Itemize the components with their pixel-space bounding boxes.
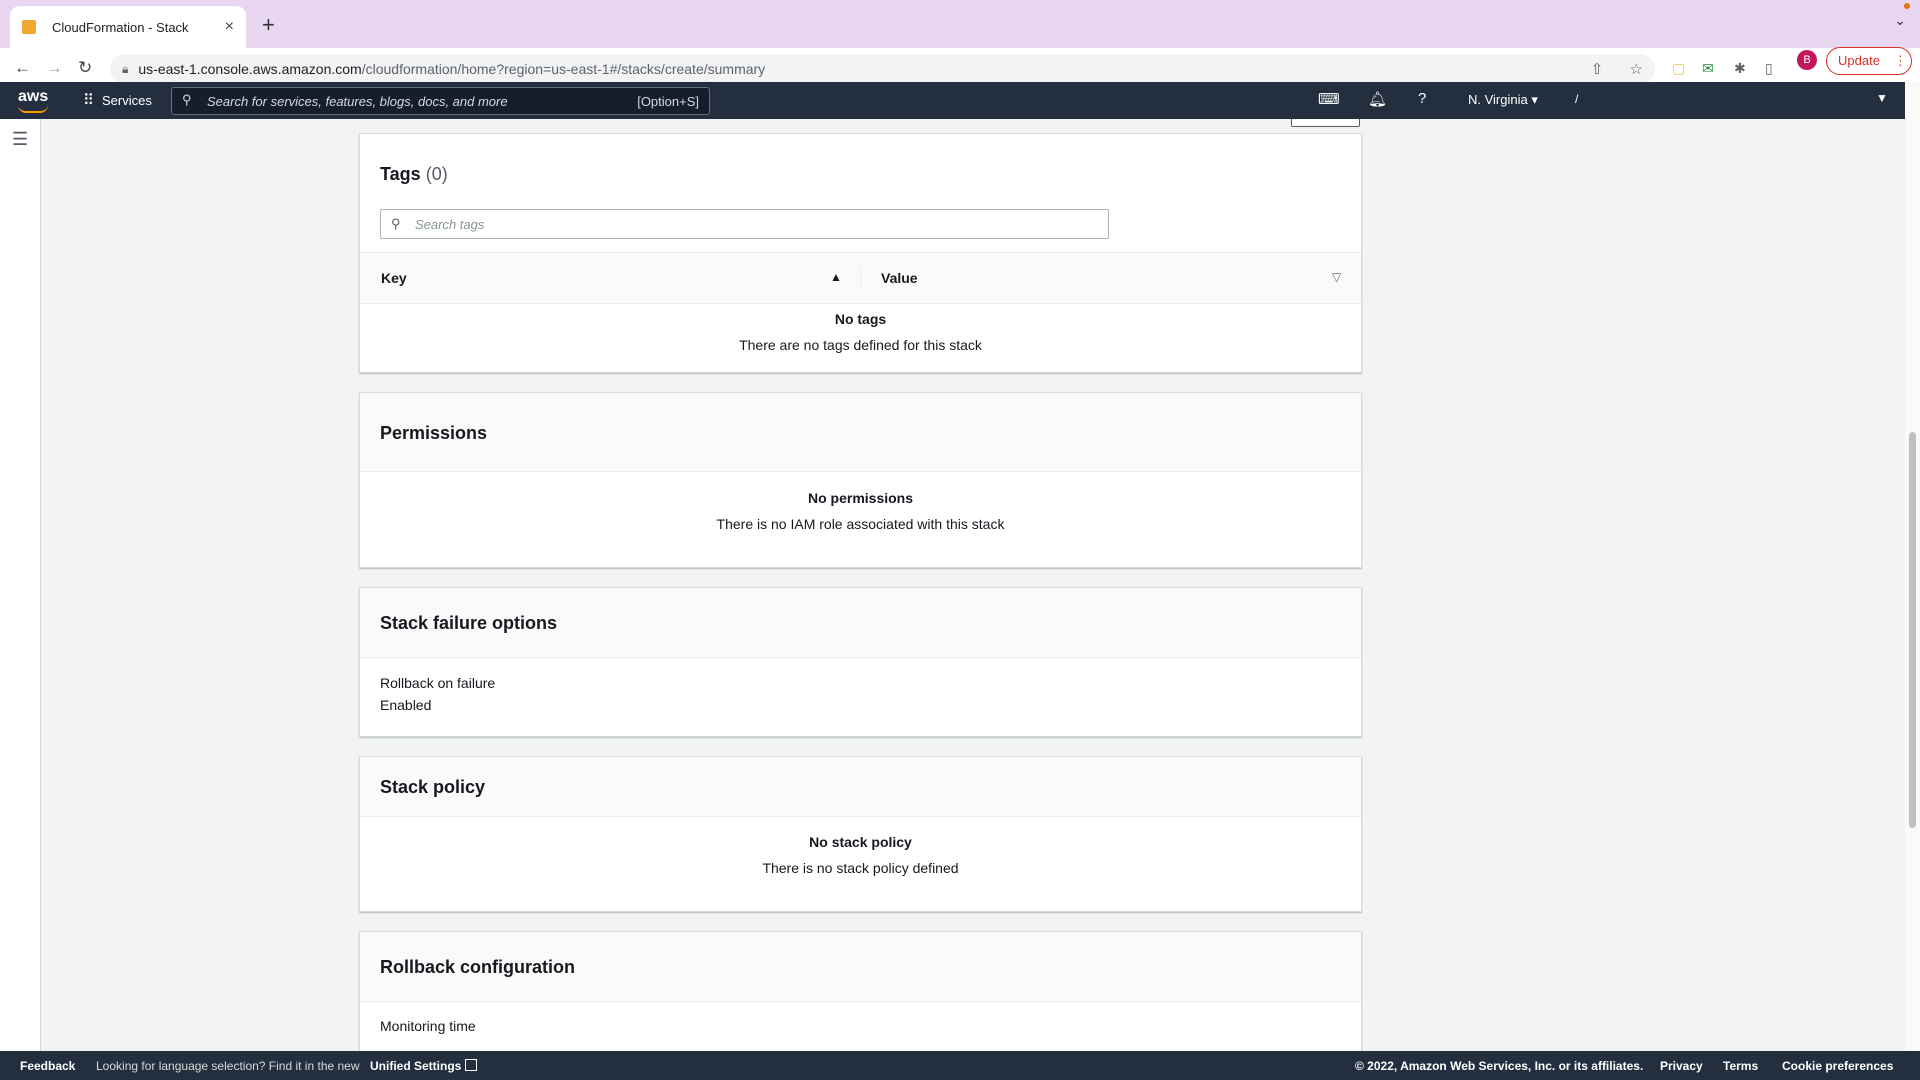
cookie-preferences-link[interactable]: Cookie preferences — [1782, 1059, 1893, 1073]
scrollbar-thumb[interactable] — [1909, 432, 1916, 828]
new-tab-icon[interactable]: + — [262, 12, 275, 38]
stack-policy-title: Stack policy — [380, 777, 486, 797]
column-divider[interactable] — [860, 267, 861, 289]
tags-heading: Tags (0) — [380, 164, 448, 185]
more-menu-icon[interactable]: ⋮ — [1894, 53, 1907, 68]
grid-icon: ⠿ — [83, 92, 94, 109]
url-host: us-east-1.console.aws.amazon.com — [138, 61, 362, 77]
sort-ascending-icon[interactable]: ▲ — [830, 270, 842, 284]
unified-settings-label: Unified Settings — [370, 1059, 462, 1073]
permissions-container: Permissions No permissions There is no I… — [359, 392, 1362, 568]
rollback-on-failure-label: Rollback on failure — [380, 675, 496, 691]
reload-icon[interactable]: ↻ — [78, 58, 92, 78]
aws-logo-text: aws — [18, 88, 49, 105]
search-tags-input[interactable]: ⚲ Search tags — [380, 209, 1109, 239]
search-placeholder: Search for services, features, blogs, do… — [207, 94, 508, 109]
search-shortcut: [Option+S] — [637, 94, 699, 109]
stack-policy-empty-desc: There is no stack policy defined — [762, 860, 959, 876]
stack-policy-empty-title: No stack policy — [809, 834, 912, 850]
side-navigation-rail: ☰ — [0, 119, 41, 1051]
feedback-link[interactable]: Feedback — [20, 1059, 75, 1073]
region-selector[interactable]: N. Virginia ▾ — [1468, 92, 1538, 108]
column-header-value[interactable]: Value — [881, 270, 918, 286]
unified-settings-link[interactable]: Unified Settings — [370, 1059, 478, 1073]
side-panel-icon[interactable]: ▯ — [1765, 60, 1773, 77]
aws-search-input[interactable]: ⚲ Search for services, features, blogs, … — [171, 87, 710, 115]
search-icon: ⚲ — [391, 216, 401, 231]
omnibox-actions: ⇧ ☆ — [1569, 60, 1643, 78]
column-header-key[interactable]: Key — [381, 270, 407, 286]
rollback-configuration-title: Rollback configuration — [380, 957, 576, 977]
stack-policy-header: Stack policy — [360, 757, 1361, 817]
edit-button-partial[interactable] — [1291, 119, 1360, 127]
bookmark-star-icon[interactable]: ☆ — [1630, 61, 1643, 78]
extensions-puzzle-icon[interactable]: ✱ — [1734, 60, 1746, 77]
tags-table-header: Key ▲ Value ▽ — [360, 252, 1361, 304]
tab-title: CloudFormation - Stack — [52, 19, 189, 35]
aws-logo[interactable]: aws — [18, 88, 49, 113]
region-label: N. Virginia — [1468, 92, 1528, 107]
profile-avatar[interactable]: B — [1797, 50, 1817, 70]
page-scrollbar[interactable] — [1905, 82, 1920, 1051]
stack-failure-title: Stack failure options — [380, 613, 558, 633]
stack-failure-header: Stack failure options — [360, 588, 1361, 658]
extension-note-icon[interactable]: ▢ — [1672, 60, 1685, 77]
tags-empty-desc: There are no tags defined for this stack — [739, 337, 982, 353]
lock-icon: 🔒︎ — [122, 61, 129, 76]
notifications-bell-icon[interactable]: 🔔︎ — [1368, 90, 1387, 108]
permissions-empty-title: No permissions — [807, 490, 914, 506]
tags-container: Tags (0) ⚲ Search tags Key ▲ Value ▽ No … — [359, 133, 1362, 373]
console-footer: Feedback Looking for language selection?… — [0, 1051, 1920, 1080]
permissions-title: Permissions — [380, 423, 488, 443]
url-text: us-east-1.console.aws.amazon.com/cloudfo… — [138, 61, 765, 77]
tags-count: (0) — [425, 164, 448, 184]
privacy-link[interactable]: Privacy — [1660, 1059, 1703, 1073]
search-tags-placeholder: Search tags — [415, 217, 485, 232]
tags-title: Tags — [380, 164, 421, 184]
back-arrow-icon[interactable]: ← — [14, 58, 31, 78]
services-label: Services — [102, 93, 152, 108]
url-field[interactable]: 🔒︎ us-east-1.console.aws.amazon.com/clou… — [110, 54, 1655, 84]
aws-smile-icon — [18, 105, 48, 113]
browser-tab-bar: CloudFormation - Stack × + ⌄ — [0, 0, 1920, 48]
rollback-configuration-container: Rollback configuration Monitoring time — [359, 931, 1362, 1058]
terms-link[interactable]: Terms — [1723, 1059, 1758, 1073]
url-path: /cloudformation/home?region=us-east-1#/s… — [361, 61, 766, 77]
help-icon[interactable]: ? — [1418, 90, 1426, 107]
browser-tab[interactable]: CloudFormation - Stack × — [10, 6, 246, 48]
stack-failure-options-container: Stack failure options Rollback on failur… — [359, 587, 1362, 737]
external-link-icon — [465, 1059, 478, 1071]
account-menu[interactable]: / — [1575, 92, 1578, 106]
search-icon: ⚲ — [182, 92, 192, 107]
notification-dot-icon — [1904, 3, 1910, 9]
browser-update-button[interactable]: Update ⋮ — [1826, 47, 1912, 75]
extension-mail-icon[interactable]: ✉ — [1702, 60, 1714, 77]
copyright-text: © 2022, Amazon Web Services, Inc. or its… — [1355, 1059, 1644, 1073]
stack-policy-container: Stack policy No stack policy There is no… — [359, 756, 1362, 912]
tab-search-chevron-icon[interactable]: ⌄ — [1894, 12, 1906, 29]
cloudshell-icon[interactable]: ⌨ — [1318, 90, 1340, 108]
services-menu-button[interactable]: ⠿ Services — [83, 91, 152, 109]
close-tab-icon[interactable]: × — [225, 18, 234, 36]
permissions-empty-desc: There is no IAM role associated with thi… — [716, 516, 1005, 532]
tags-empty-title: No tags — [834, 311, 887, 327]
monitoring-time-label: Monitoring time — [380, 1018, 476, 1034]
forward-arrow-icon[interactable]: → — [46, 58, 63, 78]
account-chevron-icon[interactable]: ▼ — [1876, 91, 1888, 105]
update-label: Update — [1838, 53, 1880, 68]
cloudformation-favicon-icon — [22, 20, 36, 34]
rollback-on-failure-value: Enabled — [380, 697, 432, 713]
sort-descending-icon[interactable]: ▽ — [1332, 270, 1341, 284]
language-notice-text: Looking for language selection? Find it … — [96, 1059, 360, 1073]
hamburger-menu-icon[interactable]: ☰ — [12, 129, 28, 150]
permissions-header: Permissions — [360, 393, 1361, 472]
aws-top-nav: aws ⠿ Services ⚲ Search for services, fea… — [0, 82, 1905, 119]
share-icon[interactable]: ⇧ — [1591, 61, 1604, 78]
rollback-configuration-header: Rollback configuration — [360, 932, 1361, 1002]
